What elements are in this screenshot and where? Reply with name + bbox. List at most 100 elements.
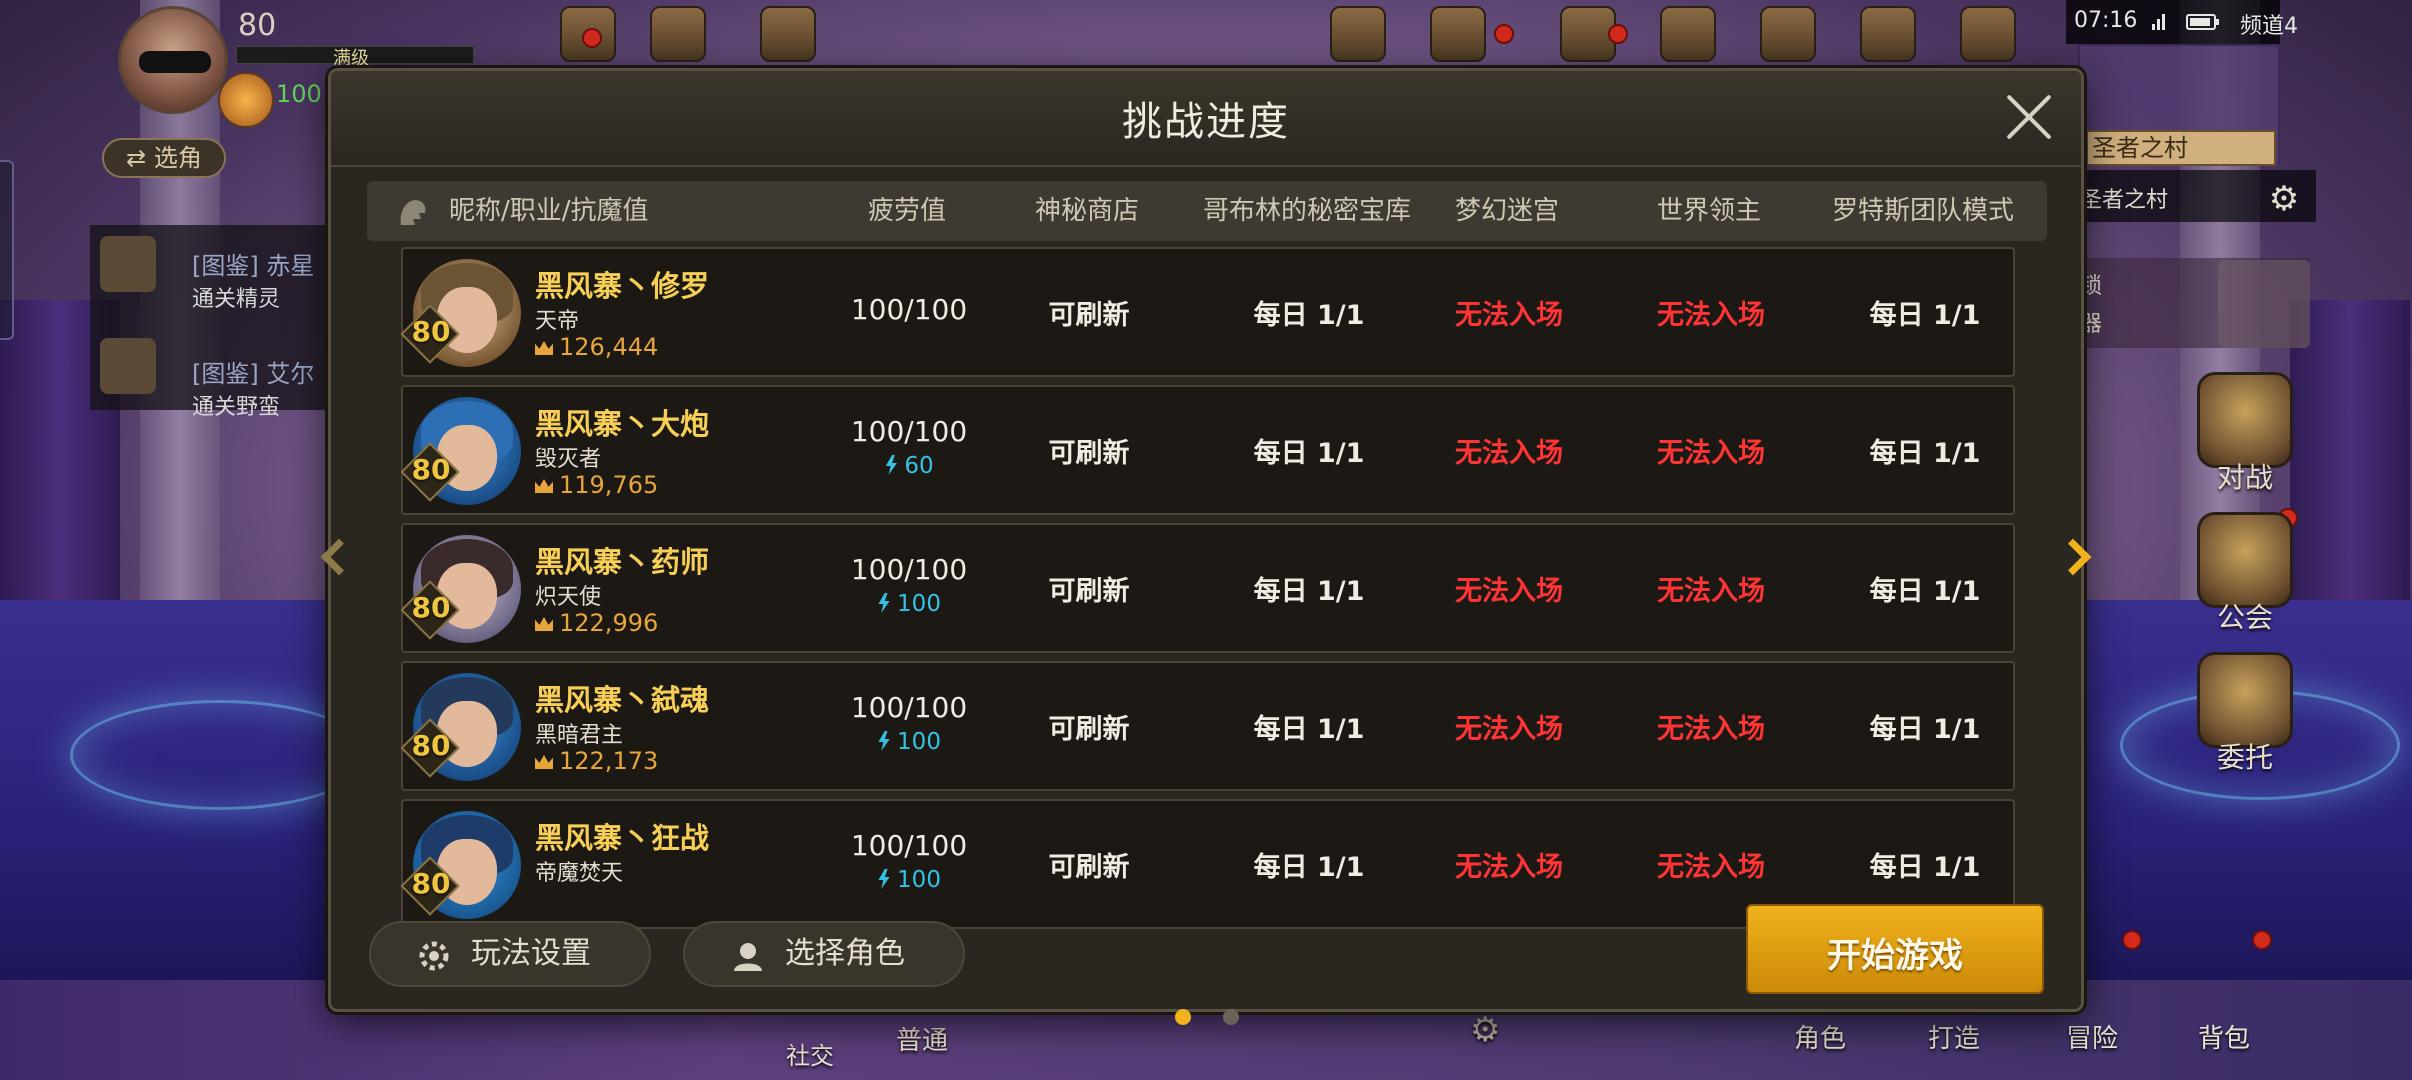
left-panel-tab[interactable]: [0, 160, 14, 340]
crown-icon: [535, 617, 553, 631]
craft-button[interactable]: 打造: [1928, 1018, 1980, 1055]
collection-item[interactable]: [图鉴] 艾尔 通关野蛮: [192, 354, 314, 421]
status-maze: 无法入场: [1455, 438, 1563, 469]
status-raid: 每日 1/1: [1869, 852, 1981, 883]
page-dot[interactable]: [1223, 1009, 1239, 1025]
notification-dot: [1494, 24, 1514, 44]
close-icon[interactable]: [2003, 91, 2055, 143]
settings-gear-icon: [419, 941, 449, 971]
character-level: 80: [411, 315, 451, 348]
table-header: 昵称/职业/抗魔值 疲劳值 神秘商店 哥布林的秘密宝库 梦幻迷宫 世界领主 罗特…: [367, 181, 2047, 241]
character-row[interactable]: 80 黑风寨丶大炮 毁灭者 119,765 100/100 60 可刷新 每日 1/1 无法入场…: [401, 385, 2015, 515]
gift-icon[interactable]: [650, 6, 706, 62]
character-class: 黑暗君主: [535, 723, 624, 748]
next-page-arrow[interactable]: [2054, 532, 2098, 588]
fatigue-value: 100/100: [850, 293, 968, 326]
lightning-icon: [878, 731, 890, 751]
scroll-icon[interactable]: [100, 236, 156, 292]
character-power: 122,173: [535, 747, 658, 775]
signal-icon: [2152, 14, 2166, 30]
notification-dot: [582, 28, 602, 48]
character-button[interactable]: 角色: [1794, 1018, 1846, 1055]
fatigue-value: 100/100: [850, 415, 968, 448]
magic-circle: [70, 700, 370, 810]
select-character-label: 选择角色: [785, 936, 905, 971]
bonus-fatigue: 100: [809, 867, 1009, 893]
player-level: 80: [238, 8, 277, 43]
col-fatigue: 疲劳值: [867, 196, 946, 226]
crown-icon: [535, 341, 553, 355]
stall-icon[interactable]: [1760, 6, 1816, 62]
dialog-title: 挑战进度: [1122, 99, 1290, 145]
status-raid: 每日 1/1: [1869, 714, 1981, 745]
bonus-fatigue: 100: [809, 591, 1009, 617]
lightning-icon: [885, 455, 897, 475]
bonus-fatigue: 60: [809, 453, 1009, 479]
challenge-progress-dialog: 挑战进度 昵称/职业/抗魔值 疲劳值 神秘商店 哥布林的秘密宝库 梦幻迷宫 世界…: [328, 68, 2084, 1025]
max-level-label: 满级: [333, 48, 369, 69]
adventure-button[interactable]: 冒险: [2066, 1018, 2118, 1055]
col-maze: 梦幻迷宫: [1454, 196, 1559, 226]
status-raid: 每日 1/1: [1869, 576, 1981, 607]
party-icon[interactable]: [100, 338, 156, 394]
player-avatar[interactable]: [118, 6, 228, 114]
bag-button[interactable]: 背包: [2198, 1018, 2250, 1055]
status-boss: 无法入场: [1657, 576, 1765, 607]
status-maze: 无法入场: [1455, 576, 1563, 607]
cannon-icon[interactable]: [1660, 6, 1716, 62]
character-list[interactable]: 80 黑风寨丶修罗 天帝 126,444 100/100 可刷新 每日 1/1 无法入场 无法入…: [401, 247, 2351, 951]
character-name: 黑风寨丶药师: [535, 545, 710, 579]
switch-character-button[interactable]: ⇄ 选角: [102, 138, 226, 178]
fatigue-value: 100/100: [850, 553, 968, 586]
collection-item[interactable]: [图鉴] 赤星 通关精灵: [192, 246, 314, 313]
character-power: 122,996: [535, 609, 658, 637]
character-row[interactable]: 80 黑风寨丶修罗 天帝 126,444 100/100 可刷新 每日 1/1 无法入场 无法入…: [401, 247, 2015, 377]
battery-icon: [2186, 14, 2219, 30]
settings-gear-icon[interactable]: ⚙: [1470, 1010, 1500, 1050]
cart-icon[interactable]: [1860, 6, 1916, 62]
character-class: 炽天使: [535, 585, 602, 610]
normal-mode-button[interactable]: 普通: [896, 1020, 948, 1057]
dialog-header: 挑战进度: [331, 71, 2081, 167]
col-raid: 罗特斯团队模式: [1831, 196, 2014, 226]
play-settings-label: 玩法设置: [471, 936, 591, 971]
select-character-button[interactable]: 选择角色: [683, 921, 965, 987]
tent-icon[interactable]: [1960, 6, 2016, 62]
character-swap-icon: [734, 943, 762, 971]
status-raid: 每日 1/1: [1869, 438, 1981, 469]
lightning-icon: [878, 869, 890, 889]
fatigue-value: 100/100: [850, 829, 968, 862]
status-boss: 无法入场: [1657, 714, 1765, 745]
start-game-button[interactable]: 开始游戏: [1746, 904, 2044, 994]
settings-gear-icon[interactable]: ⚙: [2262, 180, 2306, 218]
bonus-fatigue: 100: [809, 729, 1009, 755]
character-power: 119,765: [535, 471, 658, 499]
start-game-label: 开始游戏: [1827, 936, 1963, 976]
character-name: 黑风寨丶弑魂: [535, 683, 710, 717]
character-level: 80: [411, 729, 451, 762]
fatigue-value: 100: [276, 80, 322, 108]
location-name: 圣者之村: [2080, 188, 2169, 213]
character-level: 80: [411, 867, 451, 900]
status-maze: 无法入场: [1455, 300, 1563, 331]
page-dot-active[interactable]: [1175, 1009, 1191, 1025]
character-class: 帝魔焚天: [535, 861, 624, 886]
status-maze: 无法入场: [1455, 714, 1563, 745]
social-button[interactable]: 社交: [786, 1036, 834, 1071]
minimap-sign: 圣者之村: [2086, 130, 2276, 166]
channel-label[interactable]: 频道4: [2240, 8, 2298, 40]
status-raid: 每日 1/1: [1869, 300, 1981, 331]
play-settings-button[interactable]: 玩法设置: [369, 921, 651, 987]
mail-icon[interactable]: [760, 6, 816, 62]
character-name: 黑风寨丶狂战: [535, 821, 710, 855]
calendar-icon[interactable]: [1430, 6, 1486, 62]
equipment-icon[interactable]: [218, 72, 274, 128]
lightning-icon: [878, 593, 890, 613]
character-row[interactable]: 80 黑风寨丶弑魂 黑暗君主 122,173 100/100 100 可刷新 每日 1/1 无法…: [401, 661, 2015, 791]
character-level: 80: [411, 453, 451, 486]
character-row[interactable]: 80 黑风寨丶药师 炽天使 122,996 100/100 100 可刷新 每日 1/1 无法入…: [401, 523, 2015, 653]
prev-page-arrow[interactable]: [312, 532, 358, 588]
col-character: 昵称/职业/抗魔值: [449, 196, 649, 226]
character-power: 126,444: [535, 333, 658, 361]
shop-icon[interactable]: [1330, 6, 1386, 62]
